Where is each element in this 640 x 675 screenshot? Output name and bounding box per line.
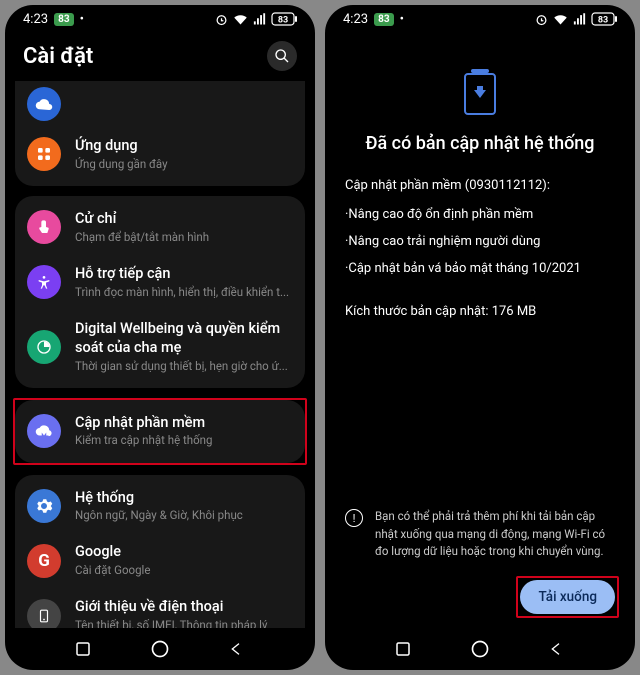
row-sub [75, 96, 293, 112]
row-sub: Kiểm tra cập nhật hệ thống [75, 432, 293, 448]
row-sub: Chạm để bật/tắt màn hình [75, 229, 293, 245]
row-sub: Cài đặt Google [75, 562, 293, 578]
page-header: Cài đặt [5, 33, 315, 81]
row-title: Cập nhật phần mềm [75, 414, 293, 433]
battery-badge-small: 83 [54, 13, 73, 26]
wellbeing-icon [27, 330, 61, 364]
section-group-4: Hệ thống Ngôn ngữ, Ngày & Giờ, Khôi phục… [15, 475, 305, 628]
row-title: Hỗ trợ tiếp cận [75, 265, 293, 284]
wifi-icon [233, 12, 248, 27]
status-bar: 4:23 83 • 83 [325, 5, 635, 33]
section-group-2: Cử chỉ Chạm để bật/tắt màn hình Hỗ trợ t… [15, 196, 305, 388]
update-hero-icon-wrapper [325, 33, 635, 133]
settings-row-software-update[interactable]: Cập nhật phần mềm Kiểm tra cập nhật hệ t… [15, 404, 305, 459]
svg-text:83: 83 [278, 16, 288, 26]
row-title: Ứng dụng [75, 137, 293, 156]
update-phone-icon [464, 73, 496, 115]
signal-icon [252, 12, 267, 27]
page-title: Cài đặt [23, 44, 93, 69]
update-bullet: ·Nâng cao độ ổn định phần mềm [345, 207, 615, 222]
google-icon: G [27, 544, 61, 578]
status-time: 4:23 [343, 12, 368, 27]
nav-back-button[interactable] [226, 638, 248, 660]
alarm-icon [214, 12, 229, 27]
update-size: Kích thước bản cập nhật: 176 MB [345, 304, 615, 319]
phone-right-update: 4:23 83 • 83 Đã có bản cập nhật hệ thống… [325, 5, 635, 670]
highlight-software-update: Cập nhật phần mềm Kiểm tra cập nhật hệ t… [13, 398, 307, 465]
cloud-icon [27, 87, 61, 121]
navigation-bar [5, 628, 315, 670]
signal-icon [572, 12, 587, 27]
navigation-bar [325, 628, 635, 670]
update-bullet: ·Nâng cao trải nghiệm người dùng [345, 234, 615, 249]
settings-row-google[interactable]: G Google Cài đặt Google [15, 533, 305, 588]
settings-row-wellbeing[interactable]: Digital Wellbeing và quyền kiểm soát của… [15, 310, 305, 384]
alarm-icon [534, 12, 549, 27]
battery-icon: 83 [271, 12, 297, 26]
nav-home-button[interactable] [149, 638, 171, 660]
update-subtitle: Cập nhật phần mềm (0930112112): [345, 178, 615, 193]
row-sub: Trình đọc màn hình, hiển thị, điều khiển… [75, 284, 293, 300]
status-time: 4:23 [23, 12, 48, 27]
wifi-icon [553, 12, 568, 27]
row-title: Digital Wellbeing và quyền kiểm soát của… [75, 320, 293, 358]
download-arrow-icon [474, 90, 486, 98]
highlight-download: Tải xuống [516, 576, 619, 618]
battery-icon: 83 [591, 12, 617, 26]
warning-icon: ! [345, 509, 363, 527]
status-bar: 4:23 83 • 83 [5, 5, 315, 33]
search-icon [274, 48, 290, 64]
section-group-3: Cập nhật phần mềm Kiểm tra cập nhật hệ t… [15, 400, 305, 463]
warning-text: Bạn có thể phải trả thêm phí khi tải bản… [375, 508, 615, 560]
update-warning: ! Bạn có thể phải trả thêm phí khi tải b… [325, 508, 635, 560]
nav-home-button[interactable] [469, 638, 491, 660]
settings-row-system[interactable]: Hệ thống Ngôn ngữ, Ngày & Giờ, Khôi phục [15, 479, 305, 534]
row-sub: Thời gian sử dụng thiết bị, hẹn giờ cho … [75, 358, 293, 374]
update-title: Đã có bản cập nhật hệ thống [345, 133, 615, 154]
settings-list: Ứng dụng Ứng dụng gần đây Cử chỉ Chạm để… [5, 81, 315, 628]
row-sub: Ứng dụng gần đây [75, 156, 293, 172]
update-content: Đã có bản cập nhật hệ thống Cập nhật phầ… [325, 133, 635, 508]
nav-recent-button[interactable] [72, 638, 94, 660]
phone-info-icon [27, 599, 61, 628]
dot-icon: • [400, 12, 404, 27]
phone-left-settings: 4:23 83 • 83 Cài đặt [5, 5, 315, 670]
section-group-1: Ứng dụng Ứng dụng gần đây [15, 81, 305, 186]
update-bullet: ·Cập nhật bản vá bảo mật tháng 10/2021 [345, 261, 615, 276]
settings-row-about[interactable]: Giới thiệu về điện thoại Tên thiết bị, s… [15, 588, 305, 628]
touch-icon [27, 210, 61, 244]
apps-icon [27, 137, 61, 171]
row-sub: Tên thiết bị, số IMEI, Thông tin pháp lý [75, 617, 293, 628]
nav-back-button[interactable] [546, 638, 568, 660]
download-row: Tải xuống [325, 576, 635, 628]
row-title: Google [75, 543, 293, 562]
download-button[interactable]: Tải xuống [520, 580, 615, 614]
gear-icon [27, 489, 61, 523]
row-title: Cử chỉ [75, 210, 293, 229]
battery-badge-small: 83 [374, 13, 393, 26]
dot-icon: • [80, 12, 84, 27]
accessibility-icon [27, 265, 61, 299]
settings-row-partial[interactable] [15, 85, 305, 127]
nav-recent-button[interactable] [392, 638, 414, 660]
update-cloud-icon [27, 414, 61, 448]
search-button[interactable] [267, 41, 297, 71]
settings-row-accessibility[interactable]: Hỗ trợ tiếp cận Trình đọc màn hình, hiển… [15, 255, 305, 310]
svg-text:83: 83 [598, 16, 608, 26]
row-title: Hệ thống [75, 489, 293, 508]
row-title: Giới thiệu về điện thoại [75, 598, 293, 617]
settings-row-gestures[interactable]: Cử chỉ Chạm để bật/tắt màn hình [15, 200, 305, 255]
row-sub: Ngôn ngữ, Ngày & Giờ, Khôi phục [75, 507, 293, 523]
settings-row-apps[interactable]: Ứng dụng Ứng dụng gần đây [15, 127, 305, 182]
